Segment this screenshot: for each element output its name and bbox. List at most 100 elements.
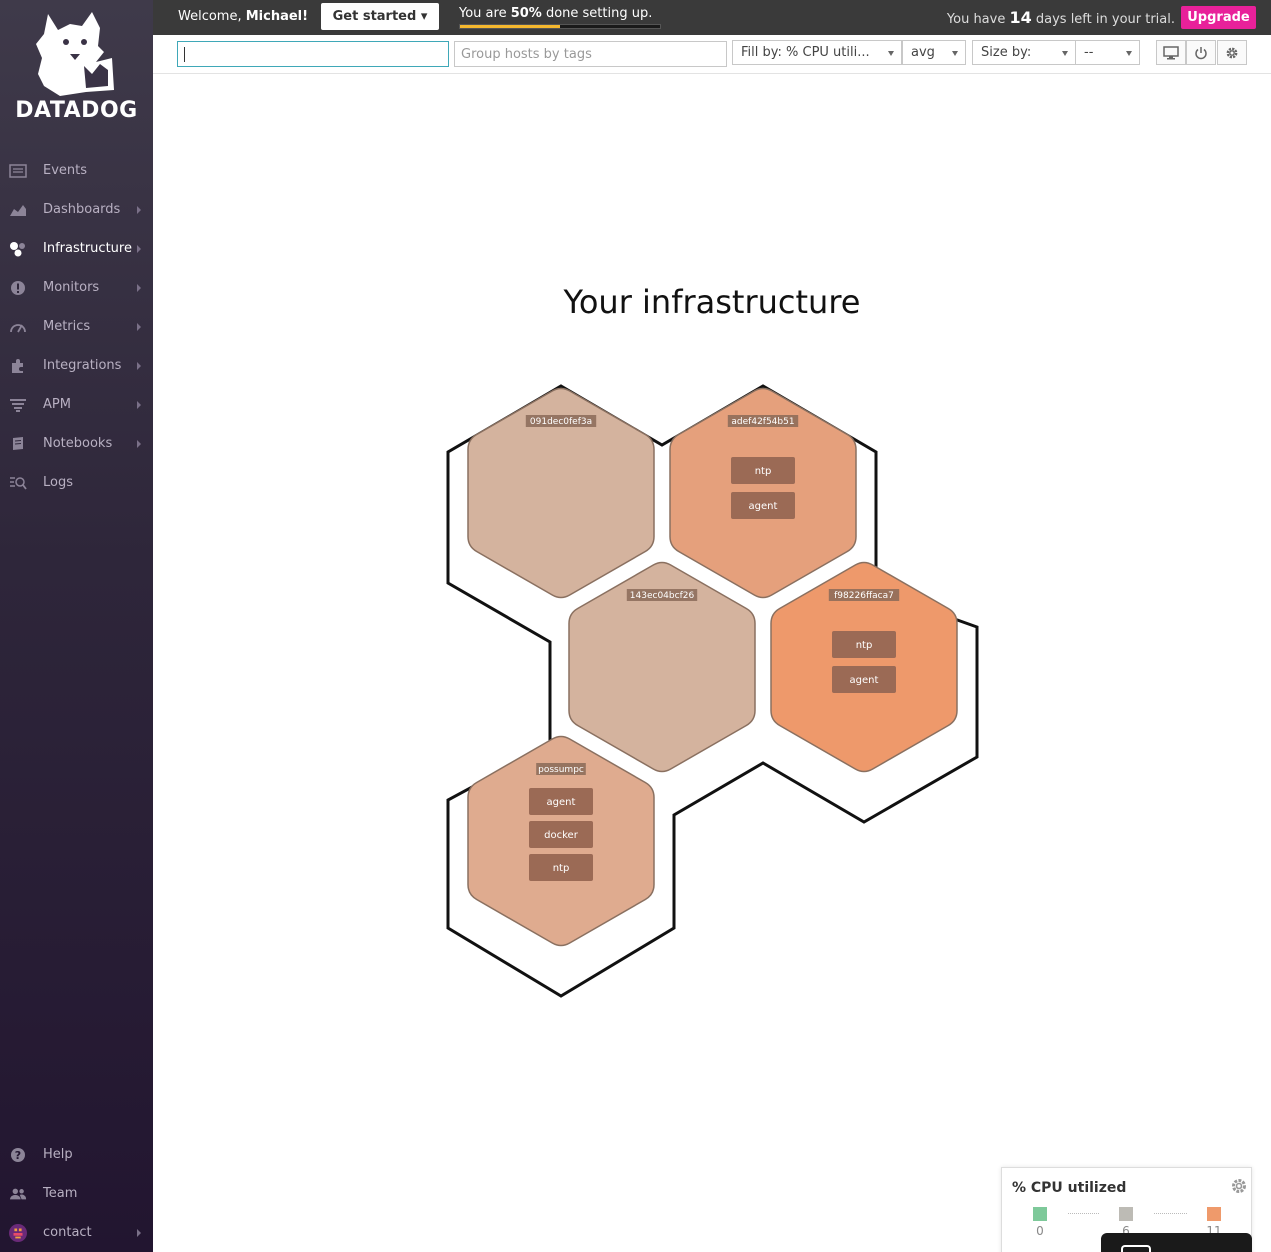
app-badge-label: agent [749, 501, 778, 512]
trial-prefix: You have [946, 12, 1010, 27]
group-by-tags-input[interactable]: Group hosts by tags [454, 41, 727, 67]
sidebar-item-label: Monitors [43, 280, 100, 295]
monitor-icon [1163, 45, 1179, 59]
status-pill[interactable] [1101, 1233, 1252, 1252]
size-by-value: -- [1084, 45, 1094, 60]
upgrade-button[interactable]: Upgrade [1181, 6, 1256, 29]
host-name: possumpc [538, 765, 584, 775]
welcome-message: Welcome, Michael! [178, 9, 308, 24]
sidebar-item-help[interactable]: ? Help [0, 1135, 153, 1174]
setup-progress-fill [460, 25, 560, 28]
brand-name: DATADOG [15, 98, 138, 123]
legend-title: % CPU utilized [1012, 1180, 1127, 1196]
sidebar-item-infrastructure[interactable]: Infrastructure [0, 229, 153, 268]
app-badge-label: ntp [755, 466, 772, 477]
chevron-right-icon [137, 244, 141, 253]
host-map: 091dec0fef3a adef42f54b51 ntp agent 143ec04b… [446, 384, 979, 998]
legend-swatch [1207, 1207, 1221, 1221]
size-by-value-select[interactable]: -- [1075, 40, 1140, 65]
legend-swatch [1033, 1207, 1047, 1221]
chevron-down-icon [952, 51, 958, 56]
fill-by-label: Fill by: % CPU utili... [741, 45, 870, 60]
metrics-icon [9, 318, 27, 336]
trial-days: 14 [1009, 8, 1032, 27]
sidebar-item-notebooks[interactable]: Notebooks [0, 424, 153, 463]
get-started-button[interactable]: Get started ▾ [321, 3, 439, 30]
chevron-right-icon [137, 1228, 141, 1237]
sidebar-item-metrics[interactable]: Metrics [0, 307, 153, 346]
pill-icon [1121, 1245, 1151, 1252]
filter-hosts-input[interactable] [177, 41, 449, 67]
setup-percent: 50% [510, 6, 542, 21]
sidebar-item-label: Metrics [43, 319, 91, 334]
chevron-down-icon [888, 51, 894, 56]
fill-by-select[interactable]: Fill by: % CPU utili... [732, 40, 902, 65]
app-badge-label: agent [547, 797, 576, 808]
sidebar-item-label: Infrastructure [43, 241, 132, 256]
chevron-down-icon [1126, 51, 1132, 56]
chevron-down-icon [1062, 51, 1068, 56]
legend-gear-icon[interactable] [1230, 1177, 1248, 1195]
integrations-icon [9, 357, 27, 375]
logs-icon [9, 474, 27, 492]
sidebar-item-contact[interactable]: contact [0, 1213, 153, 1252]
chevron-right-icon [137, 283, 141, 292]
team-icon [9, 1185, 27, 1203]
sidebar-item-monitors[interactable]: Monitors [0, 268, 153, 307]
top-bar: Welcome, Michael! Get started ▾ You are … [153, 0, 1271, 35]
power-button[interactable] [1186, 40, 1216, 65]
sidebar-item-label: Integrations [43, 358, 122, 373]
events-icon [9, 162, 27, 180]
sidebar-item-apm[interactable]: APM [0, 385, 153, 424]
aggregation-value: avg [911, 45, 935, 60]
setup-prefix: You are [459, 6, 511, 21]
text-caret [184, 46, 185, 62]
host-hexagons: 091dec0fef3a adef42f54b51 ntp agent 143ec04b… [467, 387, 958, 947]
svg-text:?: ? [15, 1149, 21, 1162]
legend-value: 0 [1036, 1224, 1044, 1238]
apm-icon [9, 396, 27, 414]
sidebar-item-label: contact [43, 1225, 92, 1240]
size-by-select[interactable]: Size by: [972, 40, 1076, 65]
sidebar-item-label: Logs [43, 475, 73, 490]
tv-mode-button[interactable] [1156, 40, 1186, 65]
trial-suffix: days left in your trial. [1031, 12, 1175, 27]
app-badge-label: ntp [553, 863, 570, 874]
setup-progress-bar [459, 24, 661, 29]
dashboards-icon [9, 201, 27, 219]
dog-logo-icon [36, 12, 114, 96]
datadog-logo[interactable]: DATADOG [0, 0, 153, 140]
legend-swatch [1119, 1207, 1133, 1221]
legend-divider [1068, 1213, 1099, 1214]
host-hexagon[interactable]: 091dec0fef3a [467, 387, 655, 599]
user-name: Michael! [245, 9, 309, 24]
sidebar-item-dashboards[interactable]: Dashboards [0, 190, 153, 229]
notebooks-icon [9, 435, 27, 453]
host-hexagon[interactable]: 143ec04bcf26 [568, 561, 756, 773]
welcome-prefix: Welcome, [178, 9, 246, 24]
chevron-right-icon [137, 322, 141, 331]
sidebar-item-label: Team [43, 1186, 78, 1201]
settings-button[interactable] [1217, 40, 1247, 65]
sidebar-item-integrations[interactable]: Integrations [0, 346, 153, 385]
sidebar-item-label: Events [43, 163, 88, 178]
monitors-icon [9, 279, 27, 297]
host-hexagon[interactable]: adef42f54b51 ntp agent [669, 387, 857, 599]
avatar [9, 1223, 27, 1242]
sidebar-item-logs[interactable]: Logs [0, 463, 153, 502]
sidebar-item-team[interactable]: Team [0, 1174, 153, 1213]
host-hexagon[interactable]: possumpc agent docker ntp [467, 735, 655, 947]
legend-divider [1154, 1213, 1187, 1214]
sidebar: DATADOG Events Dashboards Infrastructure Mo… [0, 0, 153, 1252]
hostmap-toolbar: Group hosts by tags Fill by: % CPU utili… [153, 35, 1271, 74]
host-hexagon[interactable]: f98226ffaca7 ntp agent [770, 561, 958, 773]
sidebar-item-events[interactable]: Events [0, 151, 153, 190]
aggregation-select[interactable]: avg [902, 40, 966, 65]
chevron-right-icon [137, 205, 141, 214]
host-name: f98226ffaca7 [834, 591, 894, 601]
help-icon: ? [9, 1146, 27, 1164]
app-badge-label: docker [544, 830, 579, 841]
infrastructure-icon [9, 240, 27, 258]
setup-progress-text: You are 50% done setting up. [459, 6, 652, 21]
setup-suffix: done setting up. [541, 6, 653, 21]
